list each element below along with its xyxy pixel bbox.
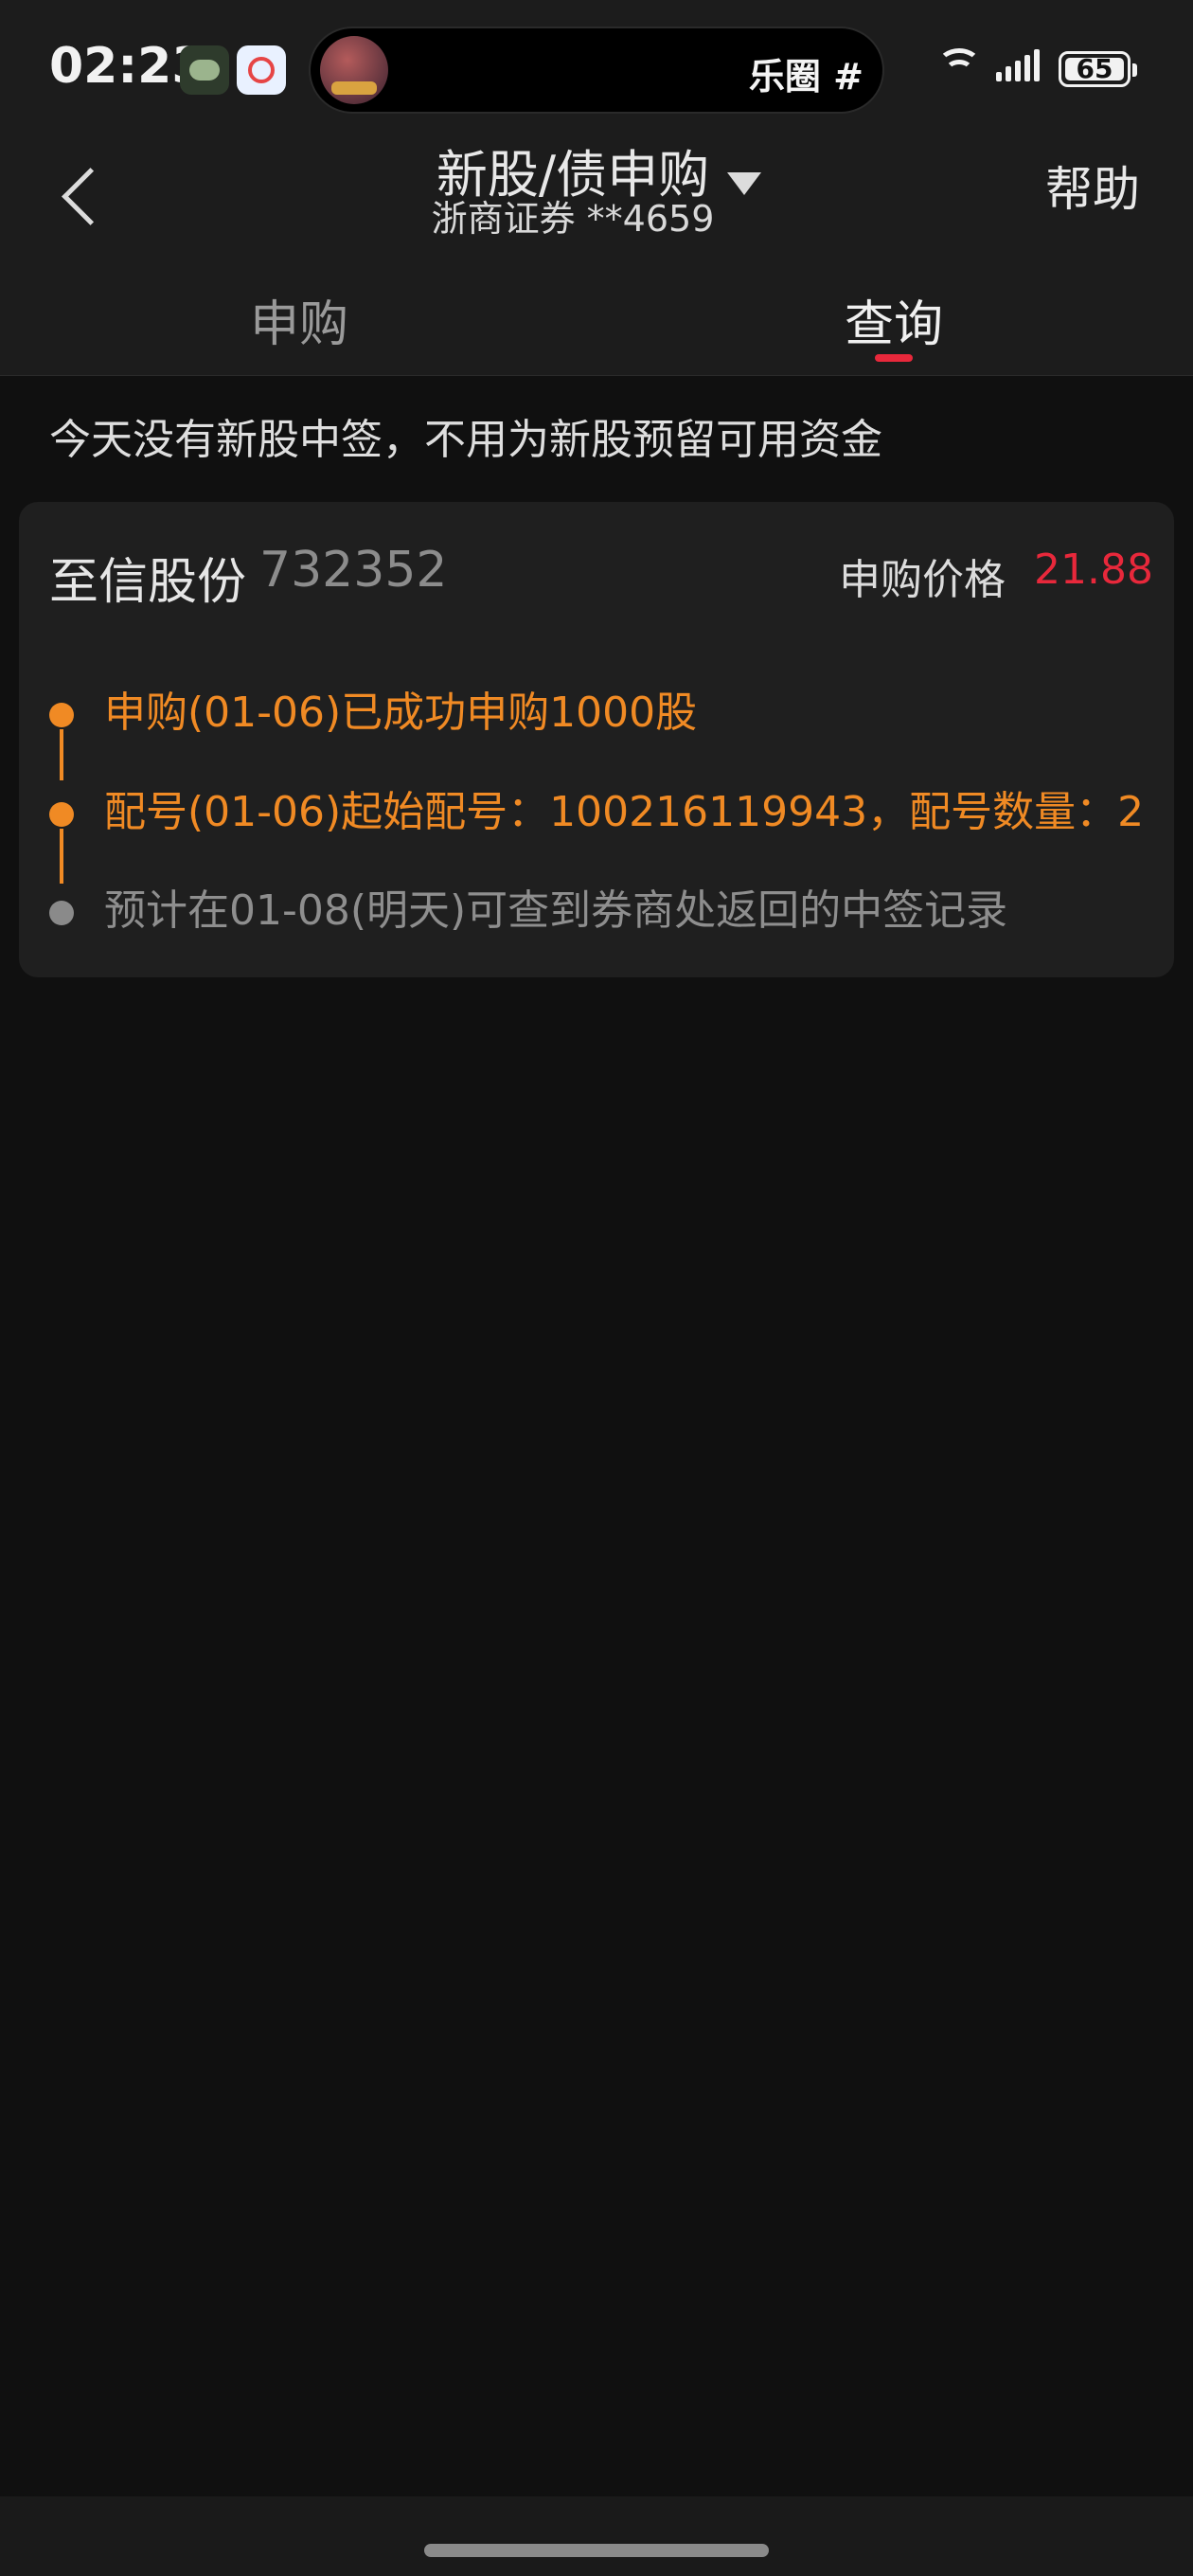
tab-bar: 申购 查询 xyxy=(0,265,1193,376)
timeline-dot-pending xyxy=(49,901,74,925)
timeline-dot-done xyxy=(49,802,74,827)
timeline-connector xyxy=(60,729,63,780)
timeline-step: 配号(01-06)起始配号：100216119943，配号数量：2 xyxy=(104,788,1145,836)
battery-percent: 65 xyxy=(1076,53,1113,84)
account-label[interactable]: 浙商证券 **4659 xyxy=(0,189,1146,242)
timeline-dot-done xyxy=(49,703,74,727)
active-tab-indicator xyxy=(875,354,913,362)
timeline-step: 申购(01-06)已成功申购1000股 xyxy=(104,689,698,737)
triangle-down-icon[interactable] xyxy=(727,172,761,195)
tab-apply[interactable]: 申购 xyxy=(157,284,441,355)
timeline-connector xyxy=(60,829,63,884)
price-value: 21.88 xyxy=(1034,546,1153,594)
stock-name: 至信股份 xyxy=(49,554,247,611)
help-button[interactable]: 帮助 xyxy=(1045,152,1140,220)
stock-code: 732352 xyxy=(259,542,448,599)
game-app-icon xyxy=(180,45,229,95)
dynamic-island[interactable]: 乐圈 # xyxy=(309,27,884,114)
notice-text: 今天没有新股中签，不用为新股预留可用资金 xyxy=(49,416,882,464)
tab-query[interactable]: 查询 xyxy=(752,284,1036,355)
avatar xyxy=(320,36,388,104)
status-bar: 02:23 乐圈 # 65 xyxy=(0,0,1193,133)
home-indicator[interactable] xyxy=(424,2544,769,2557)
subscription-record-card[interactable]: 至信股份 732352 申购价格 21.88 申购(01-06)已成功申购100… xyxy=(19,502,1174,977)
battery-icon: 65 xyxy=(1059,51,1137,87)
gesture-bar xyxy=(0,2496,1193,2576)
timeline-step: 预计在01-08(明天)可查到券商处返回的中签记录 xyxy=(104,886,1008,935)
price-label: 申购价格 xyxy=(839,556,1006,604)
signal-icon xyxy=(996,47,1043,85)
nav-bar: 新股/债申购 浙商证券 **4659 帮助 xyxy=(0,133,1193,265)
finance-app-icon xyxy=(237,45,286,95)
wifi-icon xyxy=(937,47,981,85)
live-activity-text: 乐圈 # xyxy=(748,56,864,98)
